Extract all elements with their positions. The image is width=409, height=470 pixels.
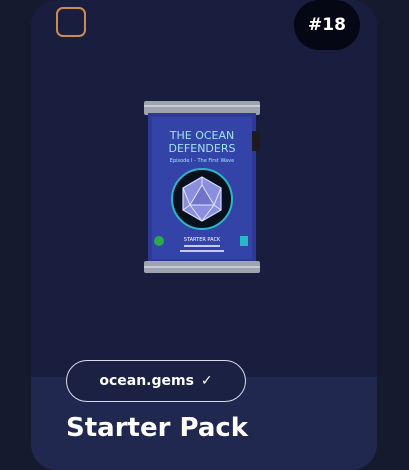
creator-name: ocean.gems (99, 373, 194, 389)
check-icon: ✓ (200, 373, 213, 389)
creator-button[interactable]: ocean.gems ✓ (66, 360, 246, 402)
card-media: #18 THE OCEAN DEFENDERS Episode I - The … (31, 0, 377, 377)
pack-title-1: THE OCEAN (169, 129, 234, 142)
card-title: Starter Pack (66, 413, 249, 443)
pack-title-2: DEFENDERS (169, 142, 236, 155)
nft-card[interactable]: #18 THE OCEAN DEFENDERS Episode I - The … (31, 0, 377, 470)
pack-label: STARTER PACK (184, 237, 221, 243)
pack-subtitle: Episode I - The First Wave (170, 158, 234, 164)
id-badge: #18 (294, 0, 360, 50)
select-checkbox[interactable] (56, 7, 86, 37)
starter-pack-image: THE OCEAN DEFENDERS Episode I - The Firs… (142, 101, 262, 273)
